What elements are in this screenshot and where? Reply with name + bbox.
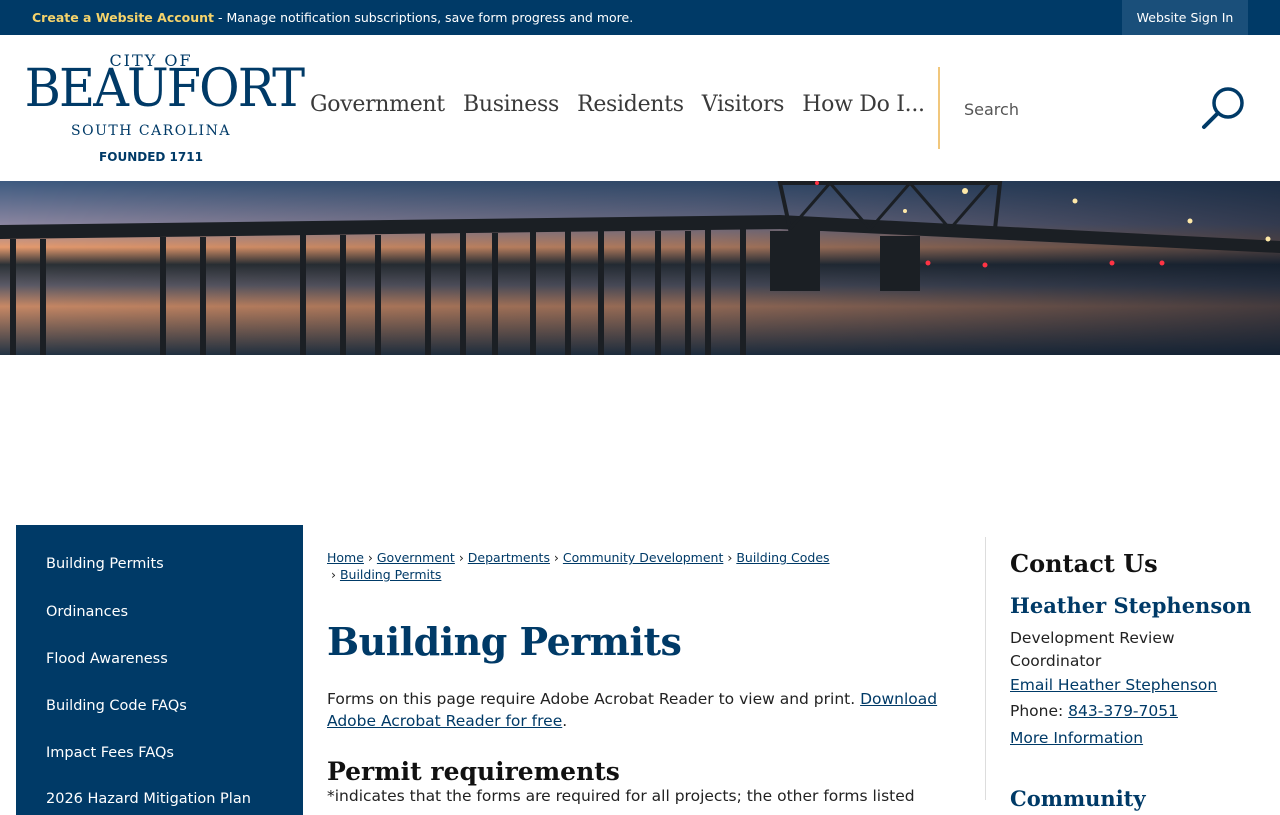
permit-requirements-note: *indicates that the forms are required f… bbox=[327, 787, 915, 805]
sidebar-item-hazard-mitigation-plan[interactable]: 2026 Hazard Mitigation Plan bbox=[46, 791, 251, 807]
breadcrumb: Home › Government › Departments › Commun… bbox=[327, 550, 830, 582]
search-icon[interactable] bbox=[1198, 83, 1250, 133]
acrobat-notice: Forms on this page require Adobe Acrobat… bbox=[327, 688, 977, 732]
breadcrumb-community-development[interactable]: Community Development bbox=[563, 550, 723, 565]
breadcrumb-government[interactable]: Government bbox=[377, 550, 455, 565]
nav-item-visitors[interactable]: Visitors bbox=[702, 92, 785, 117]
contact-email-link[interactable]: Email Heather Stephenson bbox=[1010, 676, 1217, 694]
create-account-link[interactable]: Create a Website Account bbox=[32, 10, 214, 25]
community-heading: Community bbox=[1010, 786, 1146, 811]
top-bar: Create a Website Account - Manage notifi… bbox=[0, 0, 1280, 35]
search-input[interactable] bbox=[952, 93, 1182, 125]
account-banner-message: - Manage notification subscriptions, sav… bbox=[214, 10, 634, 25]
contact-name: Heather Stephenson bbox=[1010, 593, 1252, 618]
column-divider bbox=[985, 537, 986, 800]
breadcrumb-home[interactable]: Home bbox=[327, 550, 364, 565]
phone-link[interactable]: 843-379-7051 bbox=[1068, 702, 1178, 720]
acrobat-notice-end: . bbox=[562, 712, 568, 730]
site-header: CITY OF BEAUFORT SOUTH CAROLINA FOUNDED … bbox=[0, 35, 1280, 181]
sidebar-item-ordinances[interactable]: Ordinances bbox=[46, 604, 128, 620]
sidebar-item-flood-awareness[interactable]: Flood Awareness bbox=[46, 651, 168, 667]
nav-item-how-do-i[interactable]: How Do I... bbox=[802, 92, 925, 117]
account-banner: Create a Website Account - Manage notifi… bbox=[32, 10, 633, 25]
page-title: Building Permits bbox=[327, 619, 682, 664]
more-information-link[interactable]: More Information bbox=[1010, 729, 1143, 747]
sign-in-button[interactable]: Website Sign In bbox=[1122, 0, 1248, 35]
nav-divider bbox=[938, 67, 940, 149]
sidebar-item-building-code-faqs[interactable]: Building Code FAQs bbox=[46, 698, 187, 714]
city-logo[interactable]: CITY OF BEAUFORT SOUTH CAROLINA FOUNDED … bbox=[18, 49, 305, 169]
sidebar-item-building-permits[interactable]: Building Permits bbox=[46, 556, 164, 572]
breadcrumb-departments[interactable]: Departments bbox=[468, 550, 550, 565]
section-sidebar: Building Permits Ordinances Flood Awaren… bbox=[16, 525, 303, 815]
main-nav: Government Business Residents Visitors H… bbox=[310, 92, 938, 122]
acrobat-notice-text: Forms on this page require Adobe Acrobat… bbox=[327, 690, 861, 708]
permit-requirements-heading: Permit requirements bbox=[327, 757, 620, 786]
logo-name: BEAUFORT bbox=[24, 59, 305, 119]
breadcrumb-building-permits[interactable]: Building Permits bbox=[340, 567, 441, 582]
logo-founded: FOUNDED 1711 bbox=[99, 150, 203, 164]
nav-item-business[interactable]: Business bbox=[463, 92, 559, 117]
sidebar-item-impact-fees-faqs[interactable]: Impact Fees FAQs bbox=[46, 745, 174, 761]
nav-item-residents[interactable]: Residents bbox=[577, 92, 684, 117]
phone-label: Phone: bbox=[1010, 702, 1069, 720]
contact-phone: Phone: 843-379-7051 bbox=[1010, 702, 1178, 720]
breadcrumb-building-codes[interactable]: Building Codes bbox=[736, 550, 829, 565]
logo-state: SOUTH CAROLINA bbox=[71, 123, 231, 139]
hero-bridge-image bbox=[0, 181, 1280, 355]
contact-title: Development Review Coordinator bbox=[1010, 629, 1175, 670]
contact-heading: Contact Us bbox=[1010, 549, 1158, 578]
nav-item-government[interactable]: Government bbox=[310, 92, 445, 117]
